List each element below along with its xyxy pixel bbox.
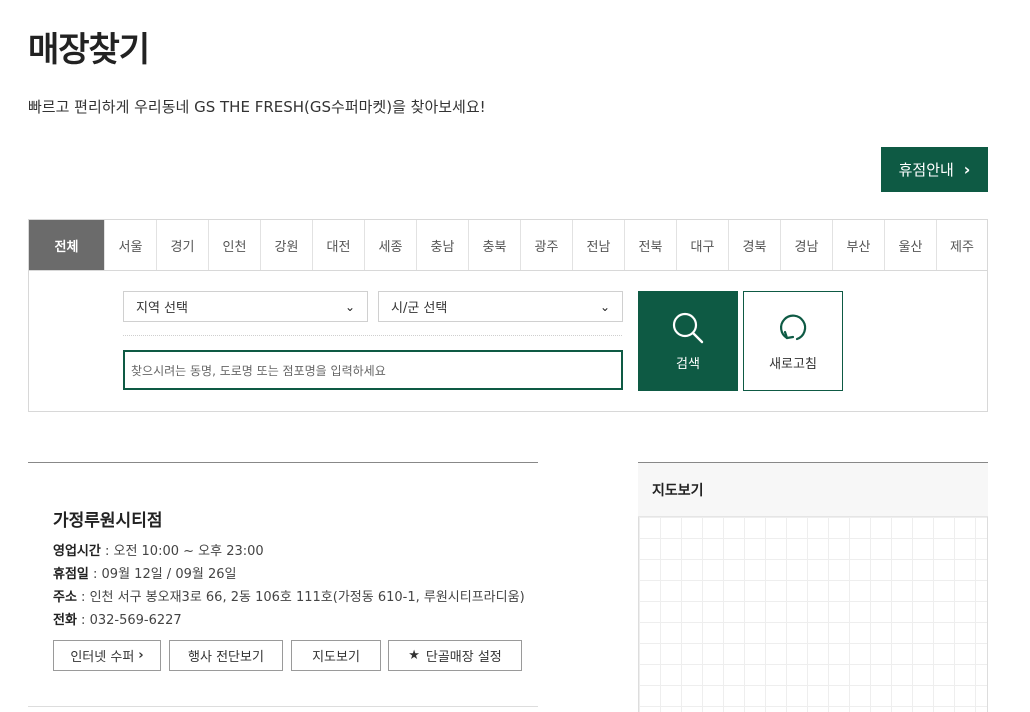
store-phone: 전화 : 032-569-6227 bbox=[53, 609, 182, 628]
page-title: 매장찾기 bbox=[28, 30, 150, 70]
city-select[interactable]: 시/군 선택 ⌄ bbox=[378, 291, 623, 322]
region-tab[interactable]: 제주 bbox=[936, 220, 987, 270]
chevron-right-icon: › bbox=[138, 648, 144, 663]
store-address-label: 주소 bbox=[53, 590, 77, 605]
store-list-divider bbox=[28, 706, 538, 707]
flyer-button-label: 행사 전단보기 bbox=[188, 650, 264, 665]
closure-info-label: 휴점안내 bbox=[898, 161, 954, 179]
region-tab[interactable]: 경남 bbox=[780, 220, 832, 270]
region-tab[interactable]: 전체 bbox=[29, 220, 104, 270]
store-name[interactable]: 가정루원시티점 bbox=[53, 506, 162, 531]
favorite-store-label: 단골매장 설정 bbox=[425, 650, 502, 665]
closure-info-button[interactable]: 휴점안내 › bbox=[881, 147, 988, 192]
region-select-value: 지역 선택 bbox=[136, 301, 188, 316]
favorite-store-button[interactable]: ★ 단골매장 설정 bbox=[388, 640, 522, 671]
map-canvas[interactable] bbox=[638, 517, 988, 712]
region-tab[interactable]: 서울 bbox=[104, 220, 156, 270]
store-hours: 영업시간 : 오전 10:00 ~ 오후 23:00 bbox=[53, 540, 264, 559]
refresh-icon bbox=[780, 314, 807, 340]
region-tab[interactable]: 충남 bbox=[416, 220, 468, 270]
divider bbox=[123, 335, 622, 336]
region-tab[interactable]: 전남 bbox=[572, 220, 624, 270]
store-phone-label: 전화 bbox=[53, 613, 77, 628]
store-hours-value: : 오전 10:00 ~ 오후 23:00 bbox=[100, 544, 264, 559]
region-tab[interactable]: 경북 bbox=[728, 220, 780, 270]
map-title: 지도보기 bbox=[638, 463, 988, 517]
region-tab[interactable]: 인천 bbox=[208, 220, 260, 270]
chevron-right-icon: › bbox=[963, 160, 971, 179]
page-subtitle: 빠르고 편리하게 우리동네 GS THE FRESH(GS수퍼마켓)을 찾아보세… bbox=[28, 98, 486, 116]
region-tab[interactable]: 강원 bbox=[260, 220, 312, 270]
search-icon bbox=[672, 312, 704, 343]
caret-down-icon: ⌄ bbox=[599, 299, 610, 314]
map-panel: 지도보기 bbox=[638, 462, 988, 712]
search-input-placeholder: 찾으시려는 동명, 도로명 또는 점포명을 입력하세요 bbox=[131, 363, 386, 378]
region-tab[interactable]: 세종 bbox=[364, 220, 416, 270]
region-tab[interactable]: 충북 bbox=[468, 220, 520, 270]
store-list-top-border bbox=[28, 462, 538, 463]
region-select[interactable]: 지역 선택 ⌄ bbox=[123, 291, 368, 322]
store-closed-value: : 09월 12일 / 09월 26일 bbox=[88, 567, 237, 582]
region-tab[interactable]: 전북 bbox=[624, 220, 676, 270]
store-search-input[interactable]: 찾으시려는 동명, 도로명 또는 점포명을 입력하세요 bbox=[123, 350, 623, 390]
star-icon: ★ bbox=[408, 648, 420, 663]
region-tab[interactable]: 경기 bbox=[156, 220, 208, 270]
region-tab[interactable]: 대전 bbox=[312, 220, 364, 270]
region-tab[interactable]: 광주 bbox=[520, 220, 572, 270]
refresh-button[interactable]: 새로고침 bbox=[743, 291, 843, 391]
internet-super-label: 인터넷 수퍼 bbox=[70, 650, 135, 665]
search-button[interactable]: 검색 bbox=[638, 291, 738, 391]
store-closed-days: 휴점일 : 09월 12일 / 09월 26일 bbox=[53, 563, 236, 582]
region-tabs: 전체 서울 경기 인천 강원 대전 세종 충남 충북 광주 전남 전북 대구 경북 경남 부산 울산 제주 bbox=[29, 220, 987, 271]
store-hours-label: 영업시간 bbox=[53, 544, 101, 559]
region-tab[interactable]: 부산 bbox=[832, 220, 884, 270]
caret-down-icon: ⌄ bbox=[344, 299, 355, 314]
store-address-value: : 인천 서구 봉오재3로 66, 2동 106호 111호(가정동 610-1… bbox=[76, 590, 525, 605]
refresh-button-label: 새로고침 bbox=[769, 356, 817, 372]
flyer-button[interactable]: 행사 전단보기 bbox=[169, 640, 283, 671]
store-phone-value: : 032-569-6227 bbox=[76, 613, 182, 628]
region-tab[interactable]: 울산 bbox=[884, 220, 936, 270]
store-search-panel: 전체 서울 경기 인천 강원 대전 세종 충남 충북 광주 전남 전북 대구 경북 경남 부산 울산 제주 지역 … bbox=[28, 219, 988, 412]
city-select-value: 시/군 선택 bbox=[391, 301, 448, 316]
region-tab[interactable]: 대구 bbox=[676, 220, 728, 270]
store-map-button[interactable]: 지도보기 bbox=[291, 640, 381, 671]
store-address: 주소 : 인천 서구 봉오재3로 66, 2동 106호 111호(가정동 61… bbox=[53, 586, 525, 605]
store-map-button-label: 지도보기 bbox=[312, 650, 360, 665]
store-closed-label: 휴점일 bbox=[53, 567, 89, 582]
search-button-label: 검색 bbox=[676, 356, 700, 372]
internet-super-button[interactable]: 인터넷 수퍼 › bbox=[53, 640, 161, 671]
